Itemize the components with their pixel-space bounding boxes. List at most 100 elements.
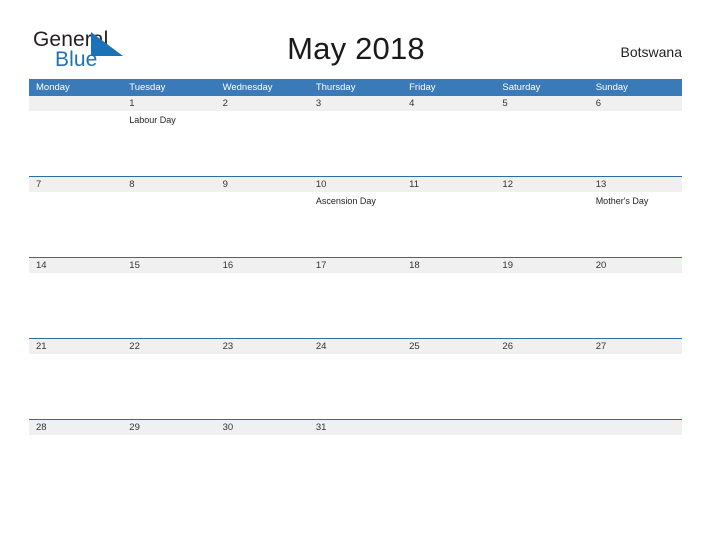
day-cell[interactable] — [216, 354, 309, 419]
day-cell[interactable]: Mother's Day — [589, 192, 682, 257]
day-number-16[interactable]: 16 — [216, 258, 309, 273]
day-number-1[interactable]: 1 — [122, 96, 215, 111]
day-cell[interactable] — [402, 192, 495, 257]
day-number-24[interactable]: 24 — [309, 339, 402, 354]
day-cell[interactable] — [309, 435, 402, 500]
day-cell[interactable] — [495, 192, 588, 257]
country-label: Botswana — [620, 44, 682, 60]
day-number-13[interactable]: 13 — [589, 177, 682, 192]
day-number-19[interactable]: 19 — [495, 258, 588, 273]
day-cell — [495, 435, 588, 500]
day-cell[interactable] — [216, 192, 309, 257]
week-row: 28 29 30 31 — [29, 419, 682, 500]
day-cell[interactable]: Ascension Day — [309, 192, 402, 257]
day-cell[interactable] — [216, 273, 309, 338]
date-band: 7 8 9 10 11 12 13 — [29, 177, 682, 192]
day-number-23[interactable]: 23 — [216, 339, 309, 354]
day-cell[interactable] — [29, 192, 122, 257]
date-band: 123456 — [29, 96, 682, 111]
week-row: 1 2 3 4 5 6 Labour Day — [29, 96, 682, 176]
day-cell[interactable] — [122, 192, 215, 257]
day-number-9[interactable]: 9 — [216, 177, 309, 192]
day-number-11[interactable]: 11 — [402, 177, 495, 192]
day-cell — [402, 435, 495, 500]
day-cell[interactable] — [29, 435, 122, 500]
day-cell[interactable] — [589, 111, 682, 176]
day-number-30[interactable]: 30 — [216, 420, 309, 435]
day-cell — [589, 435, 682, 500]
day-cell[interactable] — [122, 354, 215, 419]
day-number-10[interactable]: 10 — [309, 177, 402, 192]
day-cell[interactable] — [309, 354, 402, 419]
week-row: 7 8 9 10 11 12 13 Ascension Day Mother's Day — [29, 176, 682, 257]
day-cell[interactable] — [29, 273, 122, 338]
date-band: 21 22 23 24 25 26 27 — [29, 339, 682, 354]
day-cell[interactable] — [122, 435, 215, 500]
page-header: General Blue May 2018 Botswana — [0, 0, 712, 76]
holiday-label: Mother's Day — [595, 196, 649, 206]
day-cell[interactable] — [122, 273, 215, 338]
day-cell[interactable] — [29, 354, 122, 419]
day-cell[interactable] — [589, 273, 682, 338]
day-number-26[interactable]: 26 — [495, 339, 588, 354]
day-cell[interactable] — [309, 111, 402, 176]
event-band: Labour Day — [29, 111, 682, 176]
weekday-header-tuesday: Tuesday — [129, 82, 166, 93]
day-cell[interactable] — [402, 111, 495, 176]
day-cell[interactable] — [402, 273, 495, 338]
page-title: May 2018 — [287, 31, 425, 66]
weekday-header-monday: Monday — [36, 82, 70, 93]
day-number-14[interactable]: 14 — [29, 258, 122, 273]
day-number-empty — [29, 96, 122, 111]
day-cell[interactable]: Labour Day — [122, 111, 215, 176]
day-cell[interactable] — [495, 111, 588, 176]
day-cell[interactable] — [216, 111, 309, 176]
day-number-21[interactable]: 21 — [29, 339, 122, 354]
day-number-25[interactable]: 25 — [402, 339, 495, 354]
date-band: 28 29 30 31 — [29, 420, 682, 435]
day-cell[interactable] — [309, 273, 402, 338]
weekday-header-wednesday: Wednesday — [222, 82, 273, 93]
weekday-header-friday: Friday — [409, 82, 436, 93]
day-cell[interactable] — [495, 354, 588, 419]
week-row: 21 22 23 24 25 26 27 — [29, 338, 682, 419]
holiday-label: Labour Day — [129, 115, 176, 125]
day-number-17[interactable]: 17 — [309, 258, 402, 273]
day-number-15[interactable]: 15 — [122, 258, 215, 273]
day-number-4[interactable]: 4 — [402, 96, 495, 111]
day-number-7[interactable]: 7 — [29, 177, 122, 192]
week-rows: 1 2 3 4 5 6 Labour Day 7 8 9 10 11 12 13 Ascension Day… — [29, 96, 682, 500]
event-band — [29, 435, 682, 500]
date-band: 14 15 16 17 18 19 20 — [29, 258, 682, 273]
day-number-27[interactable]: 27 — [589, 339, 682, 354]
weekday-header-saturday: Saturday — [502, 82, 541, 93]
event-band — [29, 273, 682, 338]
holiday-label: Ascension Day — [315, 196, 376, 206]
day-number-empty — [495, 420, 588, 435]
day-number-8[interactable]: 8 — [122, 177, 215, 192]
day-number-20[interactable]: 20 — [589, 258, 682, 273]
day-number-3[interactable]: 3 — [309, 96, 402, 111]
day-number-31[interactable]: 31 — [309, 420, 402, 435]
day-cell[interactable] — [495, 273, 588, 338]
weekday-header-thursday: Thursday — [315, 82, 356, 93]
event-band: Ascension Day Mother's Day — [29, 192, 682, 257]
day-number-22[interactable]: 22 — [122, 339, 215, 354]
day-cell — [29, 111, 122, 176]
event-band — [29, 354, 682, 419]
day-number-5[interactable]: 5 — [495, 96, 588, 111]
day-cell[interactable] — [402, 354, 495, 419]
day-number-12[interactable]: 12 — [495, 177, 588, 192]
calendar-grid: Monday Tuesday Wednesday Thursday Friday Satu… — [29, 79, 682, 500]
day-number-empty — [589, 420, 682, 435]
week-row: 14 15 16 17 18 19 20 — [29, 257, 682, 338]
weekday-header-row: Monday Tuesday Wednesday Thursday Friday Satu… — [29, 79, 682, 96]
day-cell[interactable] — [216, 435, 309, 500]
day-cell[interactable] — [589, 354, 682, 419]
day-number-18[interactable]: 18 — [402, 258, 495, 273]
day-number-6[interactable]: 6 — [589, 96, 682, 111]
day-number-empty — [402, 420, 495, 435]
day-number-28[interactable]: 28 — [29, 420, 122, 435]
day-number-2[interactable]: 2 — [216, 96, 309, 111]
day-number-29[interactable]: 29 — [122, 420, 215, 435]
